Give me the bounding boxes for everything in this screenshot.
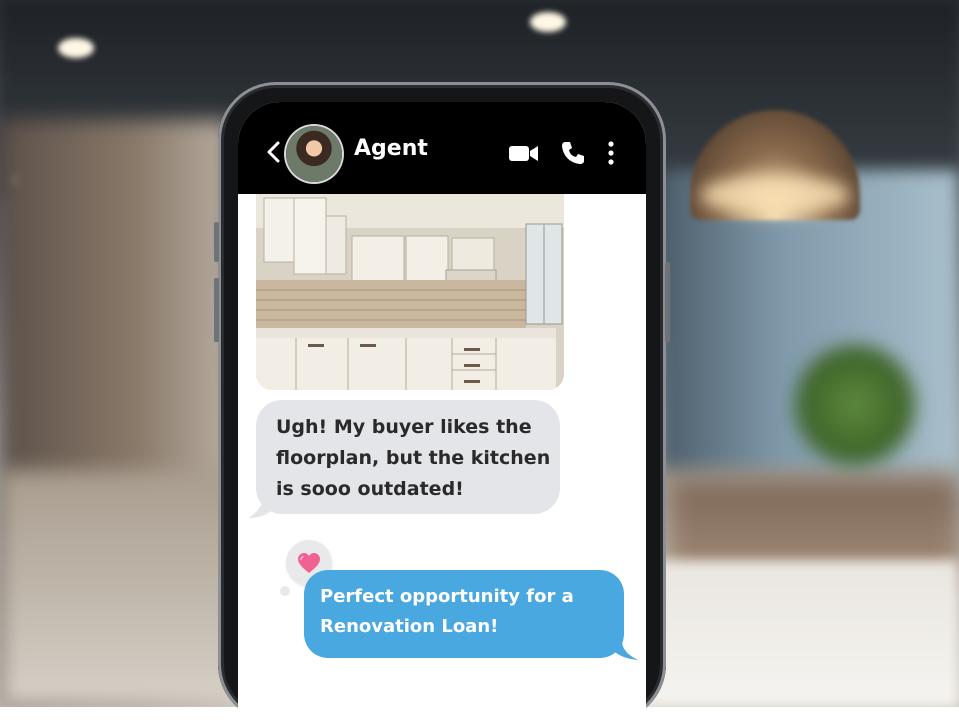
phone-icon[interactable]: [560, 140, 586, 166]
heart-icon: [298, 553, 320, 573]
incoming-message-bubble[interactable]: Ugh! My buyer likes the floorplan, but t…: [256, 400, 560, 514]
reaction-badge-dot: [280, 586, 290, 596]
outgoing-message-bubble[interactable]: Perfect opportunity for a Renovation Loa…: [304, 570, 624, 658]
more-vertical-icon[interactable]: [606, 140, 616, 166]
avatar[interactable]: [286, 126, 342, 182]
chat-header: Agent: [238, 102, 646, 194]
contact-name: Agent: [354, 136, 428, 161]
video-camera-icon[interactable]: [508, 140, 540, 166]
smartphone: Agent Ugh! My buyer likes the floorplan,…: [214, 82, 670, 722]
chevron-left-icon[interactable]: [264, 140, 282, 164]
kitchen-photo[interactable]: [256, 194, 564, 390]
chat-screen: Agent Ugh! My buyer likes the floorplan,…: [238, 102, 646, 722]
incoming-message-text: Ugh! My buyer likes the floorplan, but t…: [276, 416, 551, 500]
outgoing-bubble-tail: [608, 640, 638, 660]
incoming-bubble-tail: [248, 494, 276, 518]
outgoing-message-text: Perfect opportunity for a Renovation Loa…: [320, 586, 574, 637]
